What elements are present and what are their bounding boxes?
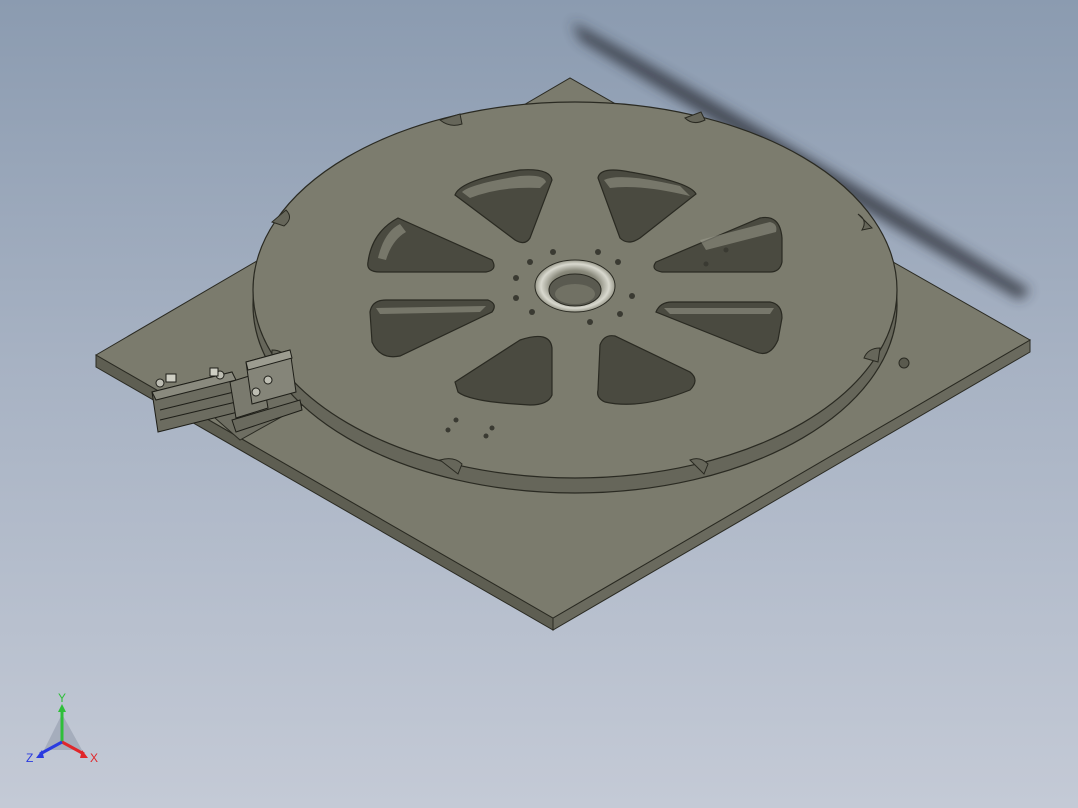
x-axis-label: X: [90, 751, 98, 765]
orientation-triad[interactable]: Y X Z: [22, 691, 108, 772]
z-axis-label: Z: [26, 751, 33, 765]
y-axis-arrow: [58, 704, 66, 712]
cad-model-view[interactable]: [0, 0, 1078, 808]
graphics-viewport[interactable]: Y X Z: [0, 0, 1078, 808]
base-plate-hole: [898, 357, 910, 369]
y-axis-label: Y: [58, 692, 66, 705]
